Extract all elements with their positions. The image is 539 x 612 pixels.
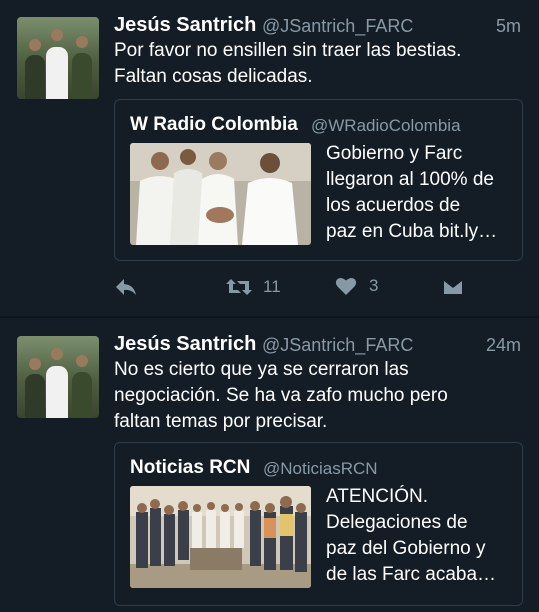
tweet-divider	[0, 316, 539, 318]
card-text: ATENCIÓN. Delegaciones de paz del Gobier…	[326, 484, 516, 588]
tweet-actions: 11 3	[114, 276, 524, 302]
quoted-tweet-card[interactable]: W Radio Colombia @WRadioColombia Gobiern…	[114, 99, 523, 261]
author-name[interactable]: Jesús Santrich	[114, 14, 256, 37]
tweet[interactable]: Jesús Santrich @JSantrich_FARC 5m Por fa…	[0, 0, 539, 318]
card-author-handle: @NoticiasRCN	[263, 459, 378, 478]
like-count: 3	[369, 276, 379, 295]
heart-icon	[335, 277, 357, 295]
reply-icon	[116, 279, 136, 295]
card-text-line: paz en Cuba bit.ly…	[326, 221, 498, 242]
tweet-text: No es cierto que ya se cerraron las nego…	[114, 357, 524, 435]
card-image[interactable]	[130, 143, 311, 245]
card-author-name: Noticias RCN	[130, 457, 251, 478]
card-text-line: llegaron al 100% de	[326, 169, 494, 190]
retweet-count: 11	[263, 277, 281, 296]
envelope-icon	[443, 279, 463, 294]
card-image-graphic	[130, 486, 311, 588]
timestamp[interactable]: 5m	[496, 16, 521, 37]
reply-button[interactable]	[114, 276, 138, 298]
card-text-line: paz del Gobierno y	[326, 538, 486, 559]
timestamp[interactable]: 24m	[486, 335, 521, 356]
card-text-line: ATENCIÓN.	[326, 486, 429, 507]
card-text-line: los acuerdos de	[326, 195, 461, 216]
card-text-line: de las Farc acaba…	[326, 564, 497, 585]
card-image[interactable]	[130, 486, 311, 588]
tweet[interactable]: Jesús Santrich @JSantrich_FARC 24m No es…	[0, 319, 539, 612]
author-handle[interactable]: @JSantrich_FARC	[262, 335, 413, 356]
author-name[interactable]: Jesús Santrich	[114, 333, 256, 356]
card-text-line: Gobierno y Farc	[326, 143, 463, 164]
tweet-text-line: negociación. Se ha va zafo mucho pero	[114, 385, 448, 406]
card-text-line: Delegaciones de	[326, 512, 468, 533]
avatar[interactable]	[17, 336, 99, 418]
card-author-handle: @WRadioColombia	[311, 116, 461, 135]
tweet-text-line: faltan temas por precisar.	[114, 411, 328, 432]
card-text: Gobierno y Farc llegaron al 100% de los …	[326, 141, 516, 245]
quoted-tweet-card[interactable]: Noticias RCN @NoticiasRCN ATENCIÓN. Dele…	[114, 442, 523, 606]
tweet-text: Por favor no ensillen sin traer las best…	[114, 38, 524, 90]
retweet-icon	[226, 279, 252, 295]
retweet-button[interactable]: 11	[225, 276, 281, 298]
author-handle[interactable]: @JSantrich_FARC	[262, 16, 413, 37]
card-author-name: W Radio Colombia	[130, 114, 298, 135]
tweet-text-line: Por favor no ensillen sin traer las best…	[114, 40, 462, 61]
tweet-text-line: No es cierto que ya se cerraron las	[114, 359, 409, 380]
avatar[interactable]	[17, 17, 99, 99]
tweet-text-line: Faltan cosas delicadas.	[114, 66, 313, 87]
like-button[interactable]: 3	[335, 276, 378, 296]
card-image-graphic	[130, 143, 311, 245]
direct-message-button[interactable]	[442, 276, 464, 298]
